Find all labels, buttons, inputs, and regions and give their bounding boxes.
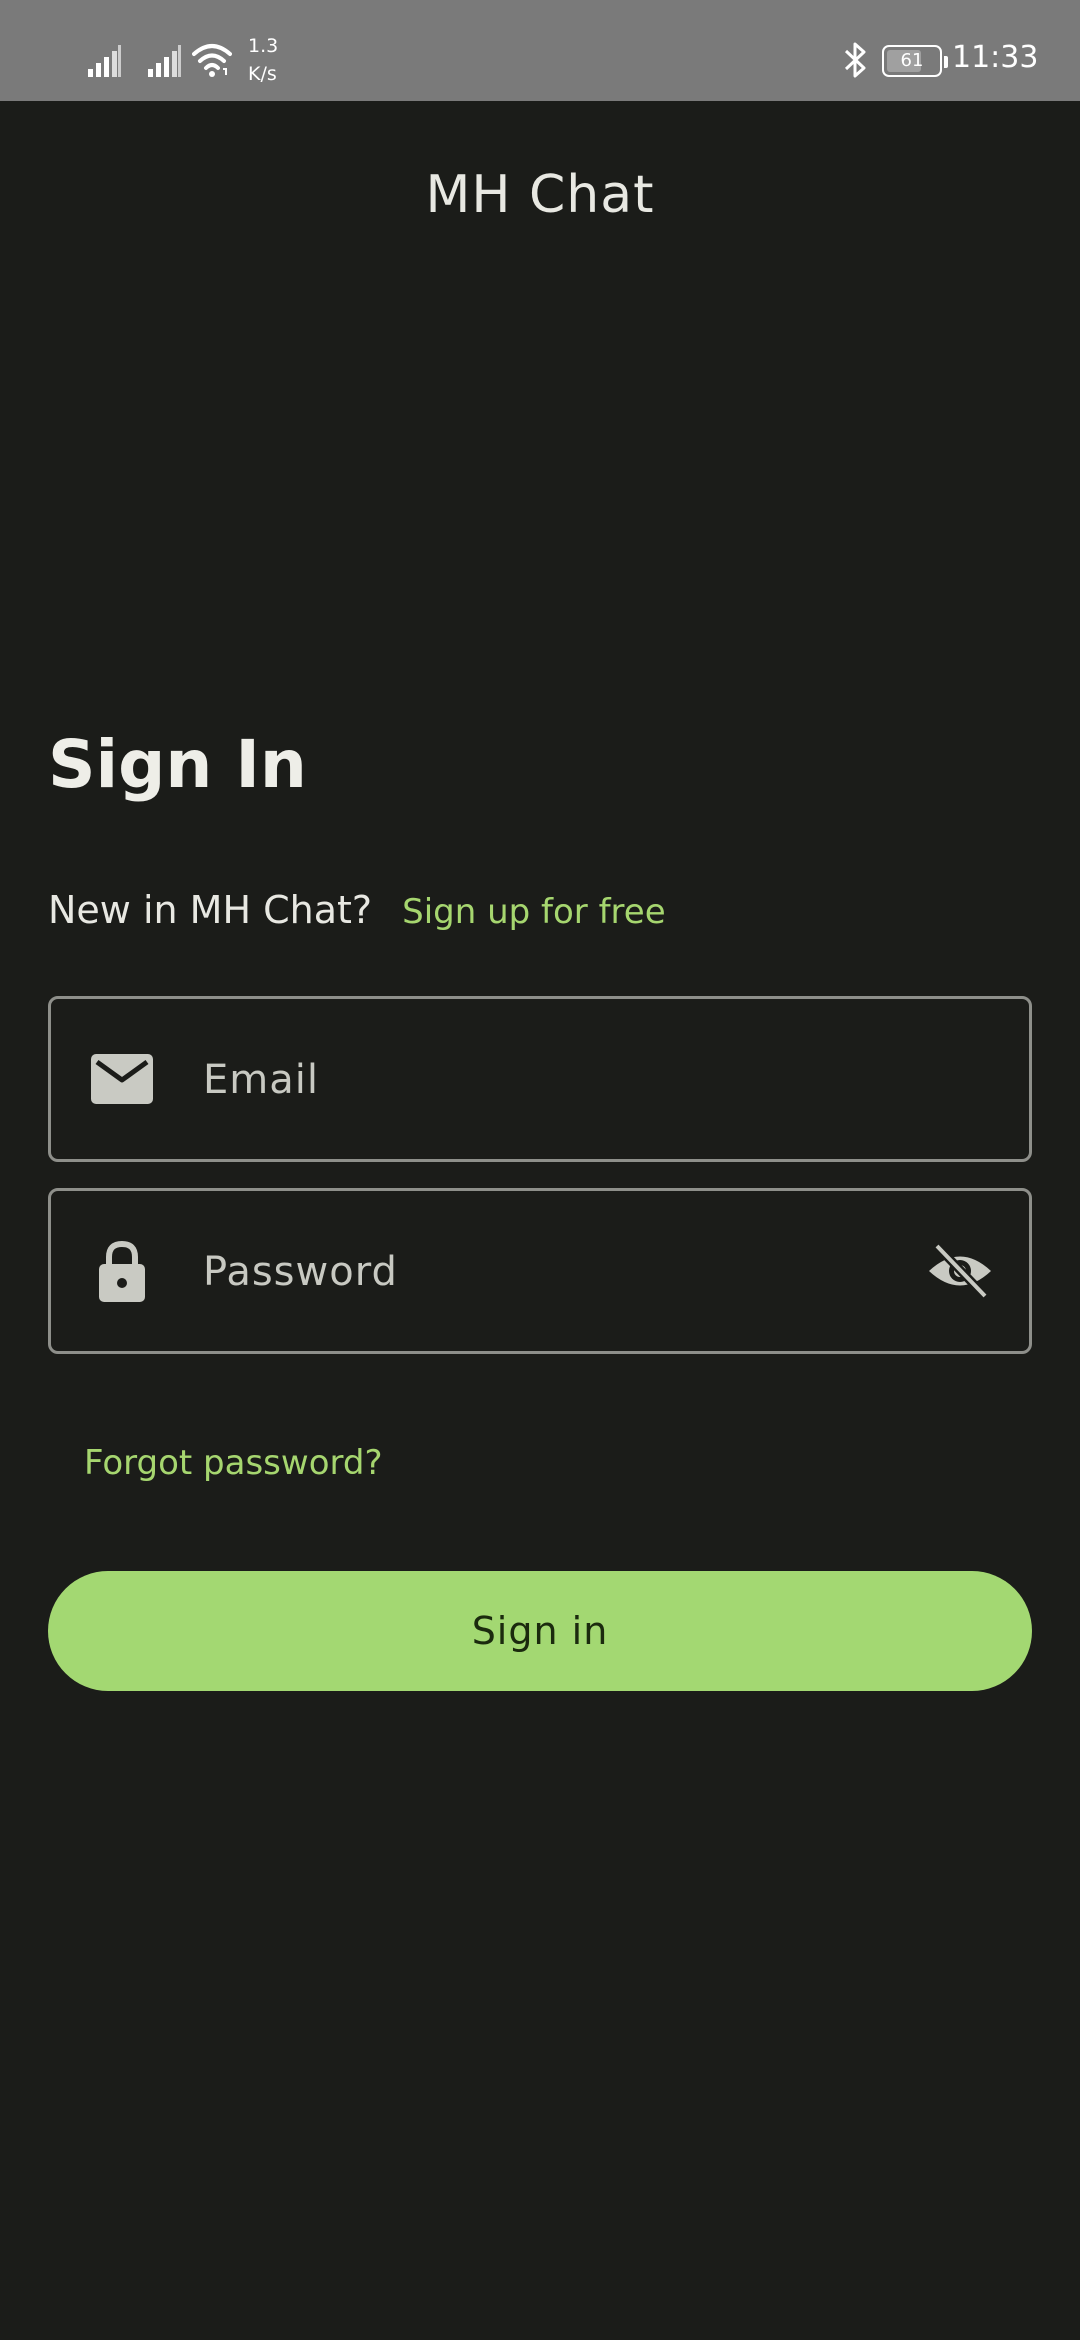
email-field[interactable] [48,996,1032,1162]
status-time: 11:33 [952,40,1039,75]
status-bar: 1.3 K/s 61 11:33 [0,0,1080,101]
sign-in-screen: 1.3 K/s 61 11:33 MH Chat Sign In New in … [0,0,1080,2340]
bluetooth-icon [844,42,866,78]
forgot-password-link[interactable]: Forgot password? [84,1433,383,1493]
mail-icon [89,1046,155,1112]
eye-off-icon[interactable] [925,1236,995,1306]
signup-row: New in MH Chat? Sign up for free [48,880,666,942]
signal-icon [148,45,181,77]
network-speed-unit: K/s [248,63,277,85]
sign-in-button[interactable]: Sign in [48,1571,1032,1691]
battery-icon: 61 [882,45,948,77]
password-field[interactable] [48,1188,1032,1354]
signup-prompt: New in MH Chat? [48,888,373,932]
password-input[interactable] [201,1191,905,1353]
signup-link[interactable]: Sign up for free [402,892,666,932]
signal-icon [88,45,121,77]
page-title: Sign In [48,726,307,803]
battery-level: 61 [900,50,924,71]
email-input[interactable] [201,999,905,1161]
wifi-icon [192,44,232,77]
network-speed-value: 1.3 [248,35,279,57]
lock-icon [89,1238,155,1304]
network-speed: 1.3 K/s [248,32,278,88]
app-title: MH Chat [425,165,655,225]
